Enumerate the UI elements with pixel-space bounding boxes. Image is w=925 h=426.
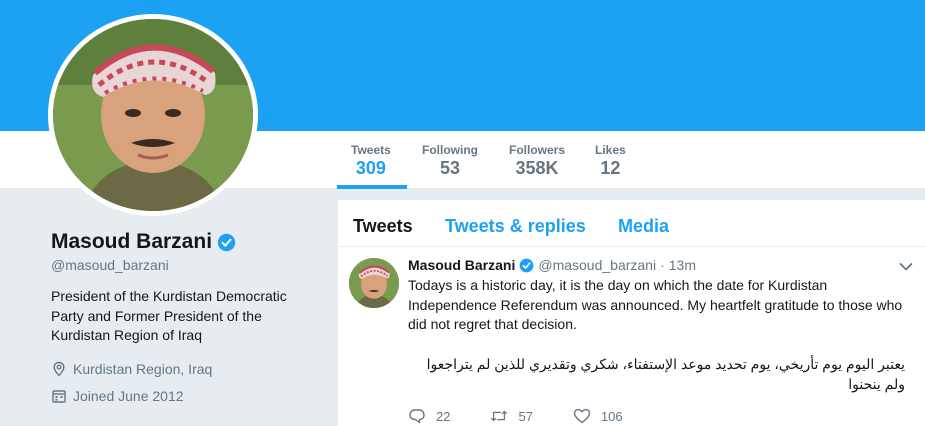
- stat-likes-label: Likes: [595, 143, 626, 157]
- profile-location: Kurdistan Region, Iraq: [51, 361, 212, 377]
- profile-name[interactable]: Masoud Barzani: [51, 230, 212, 254]
- profile-name-row: Masoud Barzani: [51, 230, 236, 254]
- stat-following-label: Following: [422, 143, 478, 157]
- tweet-separator: ·: [660, 257, 665, 273]
- reply-button[interactable]: 22: [408, 408, 450, 424]
- avatar-photo: [53, 19, 253, 211]
- tab-tweets-replies[interactable]: Tweets & replies: [445, 216, 586, 237]
- tweet-text: Todays is a historic day, it is the day …: [408, 277, 903, 332]
- stat-followers-label: Followers: [509, 143, 566, 157]
- profile-handle: @masoud_barzani: [51, 257, 169, 273]
- stat-following-value: 53: [439, 158, 461, 178]
- timeline-tabs: Tweets Tweets & replies Media: [338, 200, 925, 247]
- tab-tweets[interactable]: Tweets: [353, 216, 413, 237]
- calendar-icon: [52, 390, 66, 403]
- tweet-author-handle[interactable]: @masoud_barzani: [538, 257, 656, 273]
- reply-count: 22: [436, 408, 451, 424]
- tweet-text-arabic: يعتبر اليوم يوم تأريخي، يوم تحديد موعد ا…: [426, 356, 905, 392]
- like-count: 106: [600, 408, 623, 424]
- retweet-button[interactable]: 57: [490, 408, 533, 424]
- stat-likes-value: 12: [600, 158, 621, 178]
- timeline: Tweets Tweets & replies Media Masoud Bar…: [338, 200, 925, 426]
- active-stat-underline: [337, 185, 407, 189]
- like-button[interactable]: 106: [573, 408, 623, 424]
- tab-media[interactable]: Media: [618, 216, 669, 237]
- chevron-down-icon[interactable]: [899, 262, 913, 272]
- profile-bio: President of the Kurdistan Democratic Pa…: [51, 288, 287, 343]
- stat-tweets-value: 309: [355, 158, 386, 178]
- tweet-timestamp[interactable]: 13m: [669, 257, 696, 273]
- tweet-author-name[interactable]: Masoud Barzani: [408, 257, 515, 273]
- stat-followers[interactable]: Followers 358K: [509, 143, 565, 179]
- retweet-icon: [491, 410, 508, 422]
- location-text: Kurdistan Region, Iraq: [73, 361, 213, 377]
- stat-tweets-label: Tweets: [351, 143, 391, 157]
- retweet-count: 57: [518, 408, 533, 424]
- joined-text: Joined June 2012: [73, 388, 184, 404]
- tweet-actions: 22 57 106: [408, 408, 663, 424]
- location-pin-icon: [53, 361, 65, 377]
- reply-icon: [409, 409, 425, 424]
- profile-avatar[interactable]: [48, 14, 258, 216]
- stat-followers-value: 358K: [515, 158, 559, 178]
- profile-joined: Joined June 2012: [51, 388, 184, 404]
- verified-badge-icon: [519, 258, 534, 272]
- tweet-header: Masoud Barzani @masoud_barzani · 13m: [408, 257, 696, 273]
- tweet-avatar[interactable]: [349, 258, 399, 308]
- stat-tweets[interactable]: Tweets 309: [351, 143, 391, 179]
- stat-likes[interactable]: Likes 12: [595, 143, 626, 179]
- heart-icon: [573, 408, 591, 424]
- verified-badge-icon: [217, 233, 236, 251]
- stat-following[interactable]: Following 53: [422, 143, 478, 179]
